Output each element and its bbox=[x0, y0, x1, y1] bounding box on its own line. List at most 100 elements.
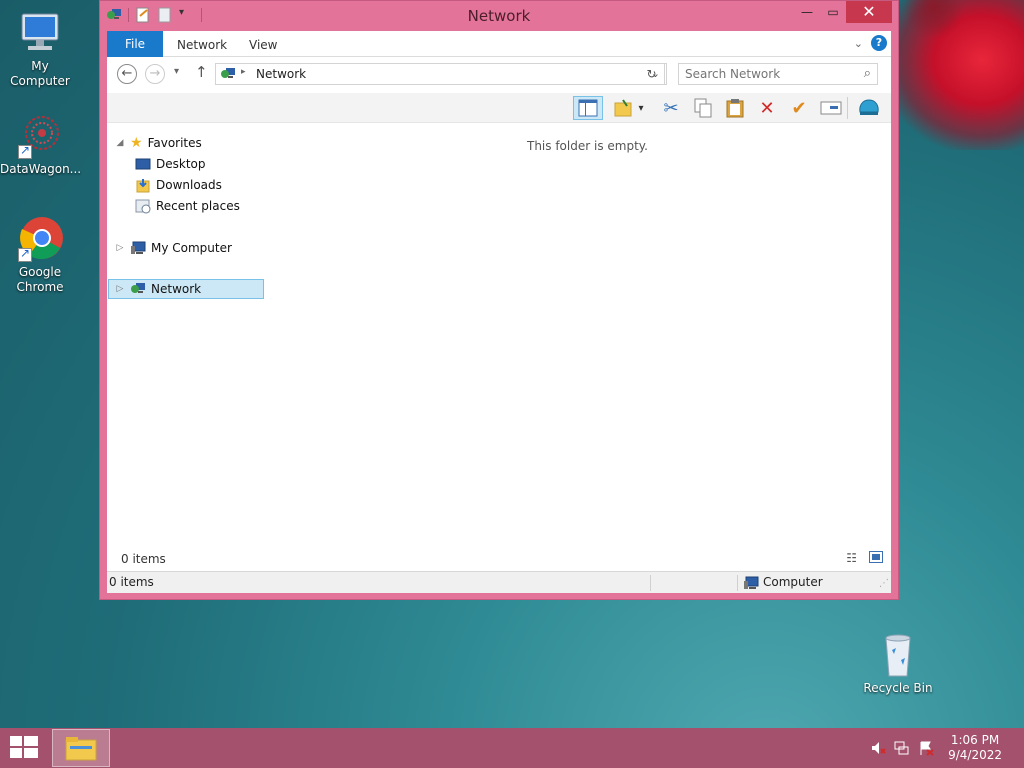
refresh-button[interactable]: ↻ bbox=[639, 63, 665, 85]
shell-icon[interactable] bbox=[857, 96, 881, 120]
network-icon bbox=[130, 281, 146, 297]
explorer-window: ▾ Network — ▭ ✕ File Network View ⌄ ? ← … bbox=[99, 0, 899, 600]
desktop-icon bbox=[135, 156, 151, 172]
empty-folder-message: This folder is empty. bbox=[527, 139, 648, 153]
rename-icon[interactable] bbox=[819, 96, 843, 120]
status-item-count: 0 items bbox=[109, 575, 154, 589]
start-button[interactable] bbox=[0, 728, 48, 768]
desktop-icon-recycle-bin[interactable]: Recycle Bin bbox=[858, 632, 938, 696]
computer-icon bbox=[130, 240, 146, 256]
tab-view[interactable]: View bbox=[249, 31, 277, 57]
tree-label: Network bbox=[151, 282, 202, 296]
address-location[interactable]: Network bbox=[256, 67, 306, 81]
window-controls: — ▭ ✕ bbox=[794, 1, 892, 23]
shortcut-arrow-icon bbox=[18, 143, 32, 159]
windows-logo-icon bbox=[10, 736, 38, 758]
toolbar-divider bbox=[847, 97, 848, 119]
tab-file[interactable]: File bbox=[107, 31, 163, 57]
delete-icon[interactable]: ✕ bbox=[755, 96, 779, 120]
taskbar-clock[interactable]: 1:06 PM 9/4/2022 bbox=[948, 733, 1002, 763]
paste-icon[interactable] bbox=[723, 96, 747, 120]
status-bar: 0 items Computer ⋰ bbox=[107, 571, 891, 593]
tree-item-my-computer[interactable]: ▷ My Computer bbox=[115, 238, 232, 258]
preview-pane-icon[interactable] bbox=[573, 96, 603, 120]
title-bar[interactable]: ▾ Network — ▭ ✕ bbox=[100, 1, 898, 31]
status-divider bbox=[650, 575, 651, 591]
tree-label: Recent places bbox=[156, 199, 240, 213]
search-icon[interactable]: ⌕ bbox=[864, 66, 871, 81]
computer-icon bbox=[743, 575, 759, 594]
search-box: ⌕ bbox=[678, 63, 878, 85]
status-divider bbox=[737, 575, 738, 591]
system-tray bbox=[870, 740, 934, 756]
star-icon: ★ bbox=[130, 135, 143, 151]
desktop-icon-google-chrome[interactable]: Google Chrome bbox=[0, 216, 80, 295]
cut-icon[interactable]: ✂ bbox=[659, 96, 683, 120]
up-button[interactable]: ↑ bbox=[195, 63, 208, 81]
action-center-icon[interactable] bbox=[918, 740, 934, 756]
resize-grip-icon[interactable]: ⋰ bbox=[879, 578, 889, 589]
clock-date: 9/4/2022 bbox=[948, 748, 1002, 762]
chrome-icon bbox=[16, 216, 64, 262]
tree-label: Desktop bbox=[156, 157, 206, 171]
network-icon bbox=[220, 66, 236, 85]
recent-places-icon bbox=[135, 198, 151, 214]
collapse-arrow-icon[interactable]: ◢ bbox=[115, 138, 125, 148]
back-button[interactable]: ← bbox=[117, 64, 137, 84]
file-explorer-icon bbox=[65, 737, 97, 761]
desktop-icon-datawagon[interactable]: DataWagon... bbox=[0, 113, 82, 177]
recycle-bin-icon bbox=[874, 632, 922, 678]
search-input[interactable] bbox=[679, 64, 849, 84]
ribbon-right: ⌄ ? bbox=[854, 35, 887, 51]
expand-ribbon-icon[interactable]: ⌄ bbox=[854, 37, 863, 50]
large-icons-view-icon[interactable] bbox=[869, 551, 883, 566]
address-bar[interactable]: ▸ Network ⌄ bbox=[215, 63, 667, 85]
shortcut-arrow-icon bbox=[18, 246, 32, 262]
minimize-button[interactable]: — bbox=[794, 1, 820, 23]
ribbon-tabs: File Network View ⌄ ? bbox=[107, 31, 891, 57]
tab-network[interactable]: Network bbox=[177, 31, 227, 57]
desktop-icon-label: My Computer bbox=[10, 59, 70, 88]
tree-item-network[interactable]: ▷ Network bbox=[108, 279, 264, 299]
volume-muted-icon[interactable] bbox=[870, 740, 886, 756]
status-zone: Computer bbox=[763, 575, 823, 589]
monitor-icon bbox=[16, 10, 64, 56]
copy-icon[interactable] bbox=[691, 96, 715, 120]
forward-button[interactable]: → bbox=[145, 64, 165, 84]
breadcrumb-chevron-icon[interactable]: ▸ bbox=[241, 67, 246, 77]
close-button[interactable]: ✕ bbox=[846, 1, 892, 23]
details-view-icon[interactable]: ☷ bbox=[846, 551, 857, 565]
command-toolbar: ▾ ✂ ✕ ✔ bbox=[107, 93, 891, 123]
folder-options-dropdown-icon[interactable]: ▾ bbox=[635, 96, 647, 120]
wallpaper-flower-shadow bbox=[904, 0, 964, 40]
help-button[interactable]: ? bbox=[871, 35, 887, 51]
taskbar: 1:06 PM 9/4/2022 bbox=[0, 728, 1024, 768]
tree-item-desktop[interactable]: Desktop bbox=[135, 154, 206, 174]
taskbar-file-explorer[interactable] bbox=[52, 729, 110, 767]
details-strip: 0 items ☷ bbox=[107, 547, 891, 571]
maximize-button[interactable]: ▭ bbox=[820, 1, 846, 23]
desktop-icon-label: DataWagon... bbox=[0, 162, 82, 176]
datawagon-icon bbox=[16, 113, 64, 159]
tree-label: My Computer bbox=[151, 241, 232, 255]
network-status-icon[interactable] bbox=[894, 740, 910, 756]
recent-locations-icon[interactable]: ▾ bbox=[174, 66, 179, 77]
folder-options-icon[interactable] bbox=[611, 96, 635, 120]
window-title: Network bbox=[467, 7, 531, 25]
desktop-icon-label: Google Chrome bbox=[16, 265, 64, 294]
content-area: ◢ ★ Favorites Desktop Downloads Recent p… bbox=[107, 123, 891, 547]
tree-item-recent-places[interactable]: Recent places bbox=[135, 196, 240, 216]
navigation-pane: ◢ ★ Favorites Desktop Downloads Recent p… bbox=[107, 123, 267, 547]
downloads-icon bbox=[135, 177, 151, 193]
navigation-bar: ← → ▾ ↑ ▸ Network ⌄ ↻ ⌕ bbox=[107, 57, 891, 93]
tree-label: Favorites bbox=[147, 136, 202, 150]
desktop-icon-label: Recycle Bin bbox=[863, 681, 933, 695]
desktop-icon-my-computer[interactable]: My Computer bbox=[0, 10, 80, 89]
expand-arrow-icon[interactable]: ▷ bbox=[115, 284, 125, 294]
expand-arrow-icon[interactable]: ▷ bbox=[115, 243, 125, 253]
tree-item-favorites[interactable]: ◢ ★ Favorites bbox=[115, 133, 202, 153]
tree-label: Downloads bbox=[156, 178, 222, 192]
item-count: 0 items bbox=[121, 552, 166, 566]
check-icon[interactable]: ✔ bbox=[787, 96, 811, 120]
tree-item-downloads[interactable]: Downloads bbox=[135, 175, 222, 195]
